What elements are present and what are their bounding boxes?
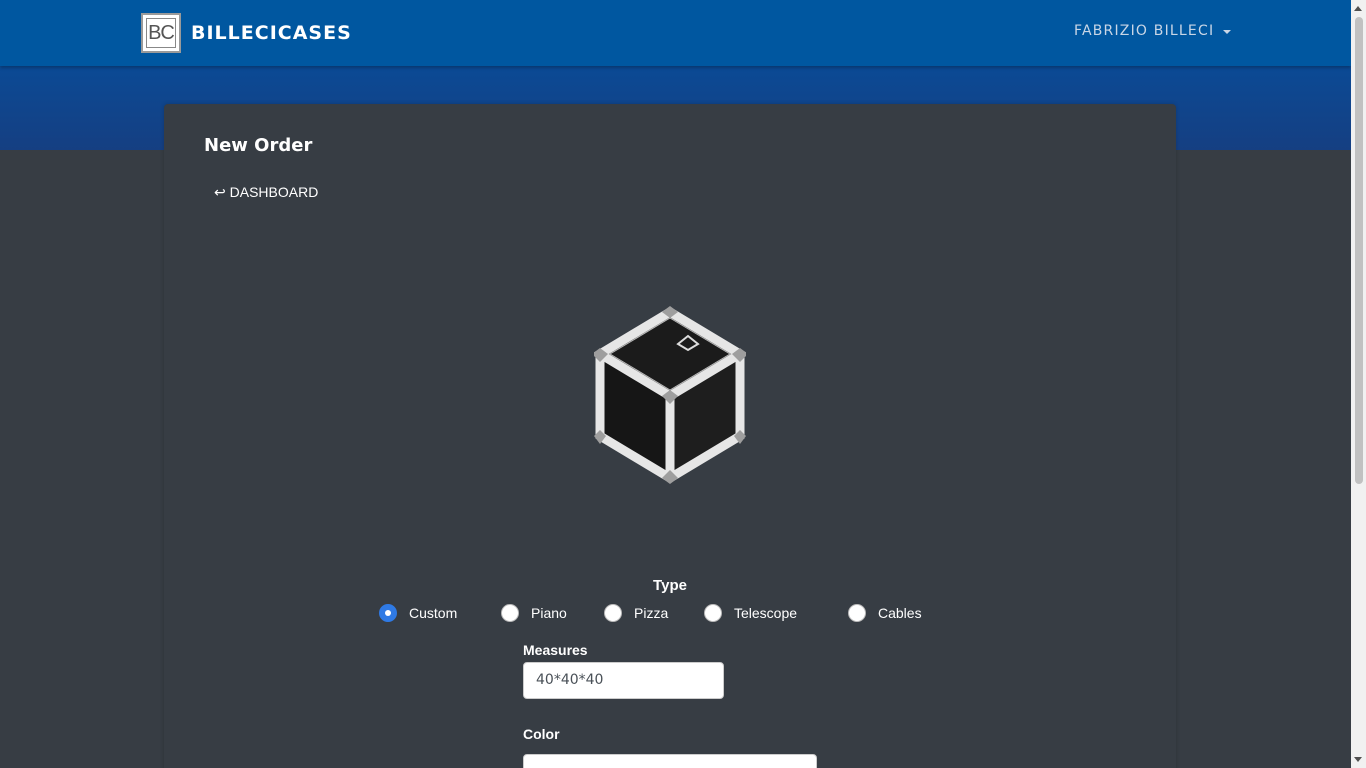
brand-logo[interactable]: BC	[141, 13, 181, 53]
scroll-up-arrow-icon[interactable]	[1354, 6, 1362, 11]
scroll-down-arrow-icon[interactable]	[1354, 757, 1362, 762]
radio-button[interactable]	[704, 604, 722, 622]
radio-cables[interactable]: Cables	[848, 604, 922, 622]
radio-label[interactable]: Telescope	[734, 605, 797, 621]
radio-button[interactable]	[379, 604, 397, 622]
radio-pizza[interactable]: Pizza	[604, 604, 668, 622]
radio-label[interactable]: Piano	[531, 605, 567, 621]
color-label: Color	[523, 726, 560, 742]
brand-name[interactable]: BILLECICASES	[191, 22, 352, 44]
radio-custom[interactable]: Custom	[379, 604, 457, 622]
vertical-scrollbar[interactable]	[1351, 0, 1366, 768]
brand[interactable]: BC BILLECICASES	[141, 13, 352, 53]
type-label: Type	[653, 577, 687, 594]
logo-text: BC	[148, 21, 175, 44]
order-card: New Order ↩ DASHBOARD Type Custom Piano …	[164, 104, 1176, 768]
radio-button[interactable]	[501, 604, 519, 622]
radio-button[interactable]	[604, 604, 622, 622]
dashboard-back-link[interactable]: ↩ DASHBOARD	[214, 184, 318, 201]
scrollbar-thumb[interactable]	[1355, 17, 1363, 484]
radio-label[interactable]: Pizza	[634, 605, 668, 621]
top-navbar: BC BILLECICASES FABRIZIO BILLECI	[0, 0, 1351, 66]
radio-label[interactable]: Cables	[878, 605, 922, 621]
case-preview-3d	[594, 306, 746, 484]
measures-input[interactable]: 40*40*40	[523, 662, 724, 699]
radio-button[interactable]	[848, 604, 866, 622]
color-input[interactable]	[523, 754, 817, 768]
radio-telescope[interactable]: Telescope	[704, 604, 797, 622]
user-name[interactable]: FABRIZIO BILLECI	[1074, 23, 1214, 39]
caret-down-icon	[1223, 29, 1232, 34]
radio-piano[interactable]: Piano	[501, 604, 567, 622]
user-menu-dropdown[interactable]: FABRIZIO BILLECI	[1074, 23, 1232, 39]
radio-label[interactable]: Custom	[409, 605, 457, 621]
measures-label: Measures	[523, 642, 588, 658]
page-title: New Order	[204, 135, 313, 156]
